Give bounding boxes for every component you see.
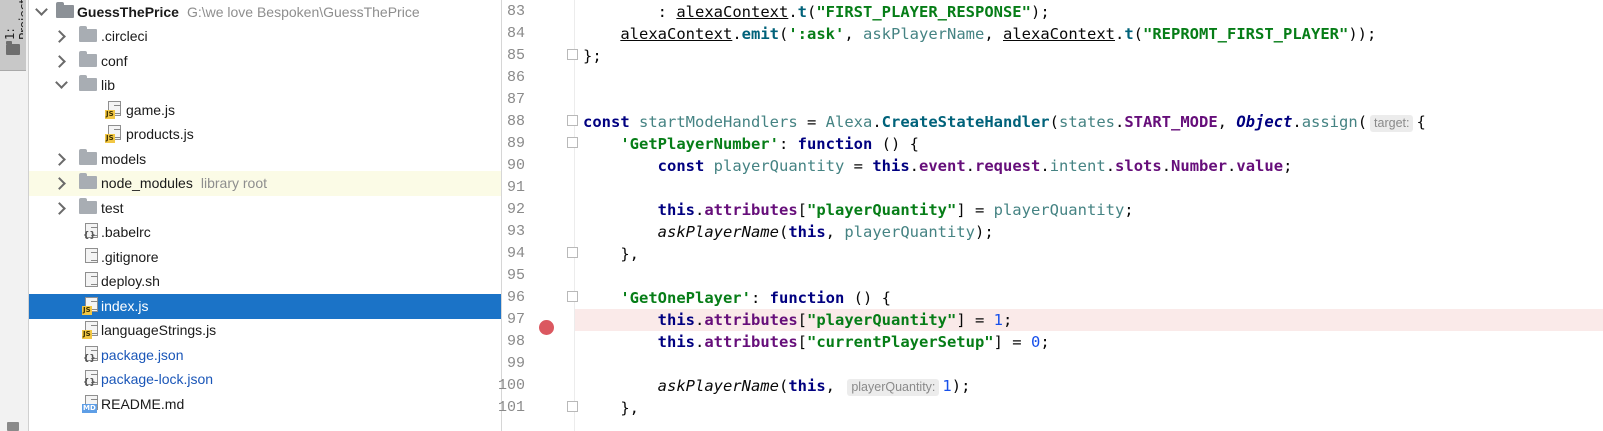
code-line: }, <box>583 399 639 417</box>
line-number: 98 <box>506 333 525 350</box>
line-number: 86 <box>506 69 525 86</box>
line-number: 83 <box>506 3 525 20</box>
code-line: this.attributes["playerQuantity"] = 1; <box>657 311 1013 329</box>
code-line: const playerQuantity = this.event.reques… <box>657 157 1293 175</box>
code-line: this.attributes["currentPlayerSetup"] = … <box>657 333 1050 351</box>
code-line: this.attributes["playerQuantity"] = play… <box>657 201 1134 219</box>
line-number: 93 <box>506 223 525 240</box>
parameter-hint: playerQuantity: <box>847 379 940 396</box>
line-number: 94 <box>506 245 525 262</box>
breakpoint-icon[interactable] <box>539 320 554 335</box>
code-line: askPlayerName(this, playerQuantity: 1); <box>657 377 971 396</box>
line-number: 89 <box>506 135 525 152</box>
code-line: const startModeHandlers = Alexa.CreateSt… <box>583 113 1426 132</box>
code-line: }, <box>583 245 639 263</box>
line-number: 97 <box>506 311 525 328</box>
code-line: 'GetPlayerNumber': function () { <box>620 135 919 153</box>
code-line: 'GetOnePlayer': function () { <box>620 289 891 307</box>
line-number: 96 <box>506 289 525 306</box>
code-line: alexaContext.emit(':ask', askPlayerName,… <box>620 25 1377 43</box>
code-line: : alexaContext.t("FIRST_PLAYER_RESPONSE"… <box>583 3 1050 21</box>
line-number: 90 <box>506 157 525 174</box>
line-number: 99 <box>506 355 525 372</box>
code-line: askPlayerName(this, playerQuantity); <box>657 223 994 241</box>
line-number: 92 <box>506 201 525 218</box>
line-number: 87 <box>506 91 525 108</box>
parameter-hint: target: <box>1370 115 1414 132</box>
code-editor[interactable]: : alexaContext.t("FIRST_PLAYER_RESPONSE"… <box>575 0 1603 431</box>
line-number: 84 <box>506 25 525 42</box>
line-number: 91 <box>506 179 525 196</box>
line-number: 88 <box>506 113 525 130</box>
line-number: 100 <box>497 377 525 394</box>
line-number: 101 <box>497 399 525 416</box>
line-number: 95 <box>506 267 525 284</box>
structure-icon[interactable] <box>7 422 19 431</box>
line-number: 85 <box>506 47 525 64</box>
code-line: }; <box>583 47 602 65</box>
